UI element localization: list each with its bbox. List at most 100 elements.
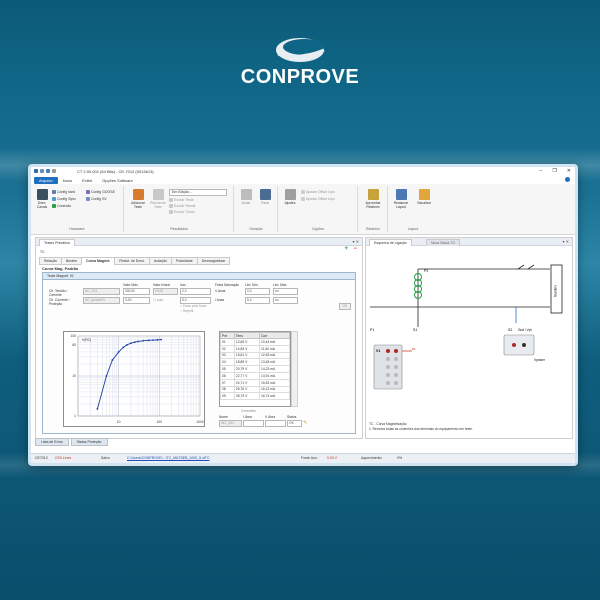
row1-valor-max-field[interactable]: 300,00 — [123, 288, 150, 295]
tab-nova-saida[interactable]: Nova Saída TG — [426, 239, 461, 246]
row1-valor-inicial-field[interactable]: 20,00 — [153, 288, 178, 295]
reorder-test-button[interactable]: Reordenar Teste — [149, 189, 167, 209]
delete-test-button[interactable]: Excluir Teste — [169, 198, 194, 202]
tab-curva-magnet[interactable]: Curva Magnet. — [81, 257, 116, 265]
stop-by-trip-option[interactable]: ○ Parar pela trava — [180, 304, 206, 308]
stop-icon — [259, 189, 271, 200]
undo-icon[interactable] — [52, 169, 56, 173]
row1-channel-field[interactable]: AC_V01 — [83, 288, 120, 295]
cell-tens: 18,89 V — [233, 358, 261, 367]
auto-checkbox[interactable]: ☐ auto — [153, 298, 163, 302]
row2-valor-max-field[interactable]: 3,00 — [123, 297, 150, 304]
ribbon-group-opcoes: Ajustes Ajustar Offset Icpo Ajustar Offs… — [279, 186, 358, 232]
panel-pin-close-icon[interactable]: ▾ ✕ — [353, 239, 359, 244]
menu-inicio[interactable]: Início — [58, 177, 78, 184]
table-scrollbar[interactable] — [291, 331, 298, 407]
menu-opcoes-software[interactable]: Opções Software — [97, 177, 138, 184]
foot-v-area-field[interactable] — [265, 420, 286, 427]
cell-pnt: 03 — [220, 351, 235, 360]
status-file-path[interactable]: C:\Users\CONPROVE\...\TC_M&TSEB_1000_5.c… — [127, 456, 209, 460]
foot-i-area-field[interactable] — [243, 420, 264, 427]
direct-channels-button[interactable]: Direc. Canais — [33, 189, 51, 209]
save-icon[interactable] — [46, 169, 50, 173]
cell-tens: 24,71 V — [233, 378, 261, 387]
row1-lim-max-field[interactable]: en — [273, 288, 298, 295]
header-valor-max: Valor Máx. — [123, 283, 139, 287]
table-row[interactable]: 08 26,76 V 16,13 mA — [220, 385, 290, 394]
tab-relacao[interactable]: Relação — [39, 257, 62, 265]
close-button[interactable]: ✕ — [567, 168, 571, 174]
edit-icon[interactable]: ✎ — [303, 420, 307, 426]
clear-results-button[interactable]: Excluir Result — [169, 204, 195, 208]
config-sync-button[interactable]: Config Sync — [52, 197, 76, 201]
add-icon[interactable]: + — [344, 246, 348, 252]
remove-icon[interactable]: − — [353, 246, 357, 252]
open-icon[interactable] — [40, 169, 44, 173]
row1-incr-field[interactable]: 2,0 — [180, 288, 211, 295]
group-label-relatorio: Relatório — [365, 227, 380, 231]
header-faixa-saturacao: Faixa Saturação — [215, 283, 240, 287]
ok-button[interactable]: OK — [339, 303, 351, 310]
row2-channel-field[interactable]: AC_Ipower01 — [83, 297, 120, 304]
start-button[interactable]: Iniciar — [237, 189, 255, 205]
header-lim-max: Lim. Máx. — [273, 283, 288, 287]
minimize-button[interactable]: – — [540, 168, 543, 174]
magnet-test-box-title: Teste Magnet. 01 — [43, 273, 355, 280]
row1-lim-min-field[interactable]: 0,0 — [245, 288, 270, 295]
tab-resist-enrol[interactable]: Resist. de Enrol. — [114, 257, 150, 265]
menu-exibir[interactable]: Exibir — [77, 177, 97, 184]
config-goose-button[interactable]: Config GOOSE — [86, 190, 115, 194]
menu-bar: Arquivo Início Exibir Opções Software — [31, 176, 575, 184]
view-button[interactable]: Visualizar — [414, 189, 434, 205]
tab-polaridade[interactable]: Polaridade — [171, 257, 198, 265]
help-icon[interactable] — [565, 177, 570, 182]
tab-testes-primarios[interactable]: Testes Primários — [39, 239, 75, 246]
data-point — [142, 339, 145, 342]
adjust-offset-button[interactable]: Ajustar Offset Icpo — [301, 190, 335, 194]
tab-isolacao[interactable]: Isolação — [148, 257, 172, 265]
row2-incr-field[interactable]: 5,0 — [180, 297, 211, 304]
tab-desmagnetizar[interactable]: Desmagnetizar — [196, 257, 231, 265]
reset-results-icon — [169, 210, 173, 214]
adjust-offset-button-2[interactable]: Ajustar Offset Icpo — [301, 197, 335, 201]
vpower-label: Vpower — [534, 358, 546, 362]
row2-lim-max-field[interactable]: en — [273, 297, 298, 304]
add-test-button[interactable]: Adicionar Teste — [129, 189, 147, 209]
add-report-button[interactable]: Aproveitar Relatório — [363, 189, 383, 209]
table-row[interactable]: 04 18,89 V 13,48 mA — [220, 358, 290, 367]
table-row[interactable]: 02 14,83 V 11,60 mA — [220, 344, 290, 353]
config-sv-button[interactable]: Config SV — [86, 197, 107, 201]
row2-lim-min-field[interactable]: 5,4 — [245, 297, 270, 304]
table-row[interactable]: 09 28,79 V 16,74 mA — [220, 392, 290, 401]
tab-esquema-ligacao[interactable]: Esquema de Ligação — [369, 239, 412, 246]
cell-corr: 11,60 mA — [259, 344, 290, 353]
x-tick-label: 1000 — [196, 420, 204, 424]
tab-lista-erros[interactable]: Lista de Erros — [35, 438, 69, 446]
table-row[interactable]: 01 12,69 V 10,44 mA — [220, 338, 290, 346]
app-window: CT 2.00.001 (64 Bits) - CE-7012 (0013613… — [31, 167, 575, 463]
ribbon-group-layout: Restaurar Layout Visualizar Layout — [389, 186, 437, 232]
brand-name: CONPROVE — [240, 66, 360, 88]
menu-arquivo[interactable]: Arquivo — [34, 176, 58, 184]
reset-results-button[interactable]: Excluir Todos — [169, 210, 195, 214]
foot-status-field[interactable]: OK — [287, 420, 302, 427]
restore-layout-button[interactable]: Restaurar Layout — [391, 189, 411, 209]
cell-corr: 16,74 mA — [259, 392, 290, 401]
window-controls: – ❐ ✕ — [540, 168, 571, 174]
table-row[interactable]: 07 24,71 V 15,52 mA — [220, 378, 290, 387]
tab-status-protecao[interactable]: Status Proteção — [70, 438, 108, 446]
maximize-button[interactable]: ❐ — [552, 168, 556, 174]
table-row[interactable]: 05 20,79 V 14,23 mA — [220, 365, 290, 373]
diagram-pin-close-icon[interactable]: ▾ ✕ — [563, 239, 569, 244]
table-row[interactable]: 03 16,61 V 12,63 mA — [220, 351, 290, 360]
tab-burden[interactable]: Burden — [60, 257, 83, 265]
adjust-button[interactable]: Ajustes — [281, 189, 299, 205]
config-hard-button[interactable]: Config hard — [52, 190, 75, 194]
config-goose-icon — [86, 190, 90, 194]
foot-nome-field[interactable]: INC_001 — [219, 420, 242, 427]
stop-button[interactable]: Parar — [256, 189, 274, 205]
connection-button[interactable]: Conexão — [52, 204, 71, 208]
repeat-option[interactable]: ○ Repetir — [180, 309, 194, 313]
test-status-dropdown[interactable]: Em Edição... — [169, 189, 227, 196]
table-row[interactable]: 06 22,77 V 14,91 mA — [220, 371, 290, 380]
